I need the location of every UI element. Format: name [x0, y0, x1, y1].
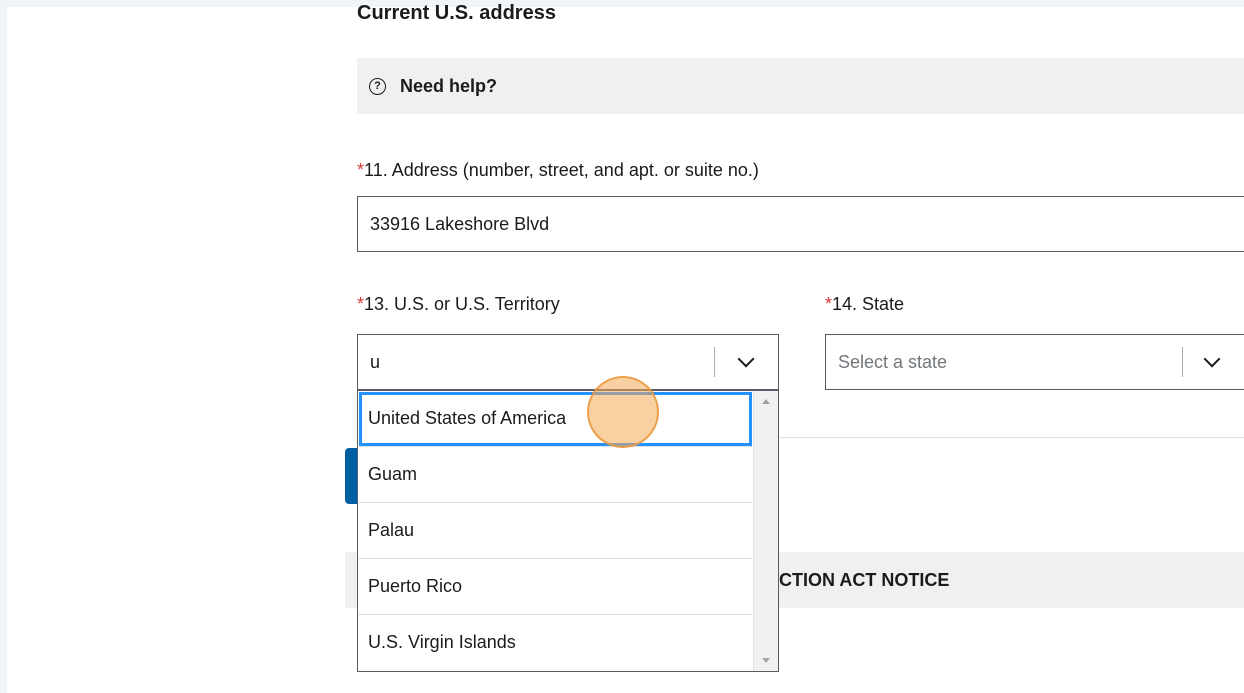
chevron-down-icon: [737, 350, 755, 368]
territory-options: United States of America Guam Palau Puer…: [358, 391, 753, 671]
state-label: *14. State: [825, 294, 905, 314]
territory-input[interactable]: u: [370, 335, 380, 389]
section-heading: Current U.S. address: [357, 2, 556, 24]
question-circle-icon: ?: [369, 77, 386, 95]
required-asterisk: *: [357, 160, 365, 180]
required-asterisk: *: [825, 294, 833, 314]
option-palau[interactable]: Palau: [358, 503, 753, 559]
required-asterisk: *: [357, 294, 365, 314]
territory-toggle-button[interactable]: [722, 335, 770, 389]
option-guam[interactable]: Guam: [358, 447, 753, 503]
need-help-label: Need help?: [400, 75, 498, 96]
chevron-down-icon: [1203, 350, 1221, 368]
territory-label: *13. U.S. or U.S. Territory: [357, 294, 560, 314]
state-toggle-button[interactable]: [1188, 335, 1236, 389]
listbox-scrollbar[interactable]: [753, 391, 778, 671]
state-input[interactable]: Select a state: [838, 335, 947, 389]
scroll-down-icon[interactable]: [762, 658, 770, 663]
state-combobox[interactable]: Select a state: [825, 334, 1244, 390]
address-input[interactable]: 33916 Lakeshore Blvd: [357, 196, 1244, 252]
notice-label: UCTION ACT NOTICE: [766, 570, 950, 590]
territory-combobox[interactable]: u: [357, 334, 779, 390]
scroll-up-icon[interactable]: [762, 399, 770, 404]
option-virgin-islands[interactable]: U.S. Virgin Islands: [358, 615, 753, 671]
combobox-divider: [714, 347, 715, 377]
territory-listbox[interactable]: United States of America Guam Palau Puer…: [357, 390, 779, 672]
need-help-accordion[interactable]: ? Need help?: [357, 58, 1244, 114]
address-label: *11. Address (number, street, and apt. o…: [357, 160, 759, 180]
option-united-states[interactable]: United States of America: [358, 391, 753, 447]
option-puerto-rico[interactable]: Puerto Rico: [358, 559, 753, 615]
click-indicator: [587, 376, 659, 448]
combobox-divider: [1182, 347, 1183, 377]
